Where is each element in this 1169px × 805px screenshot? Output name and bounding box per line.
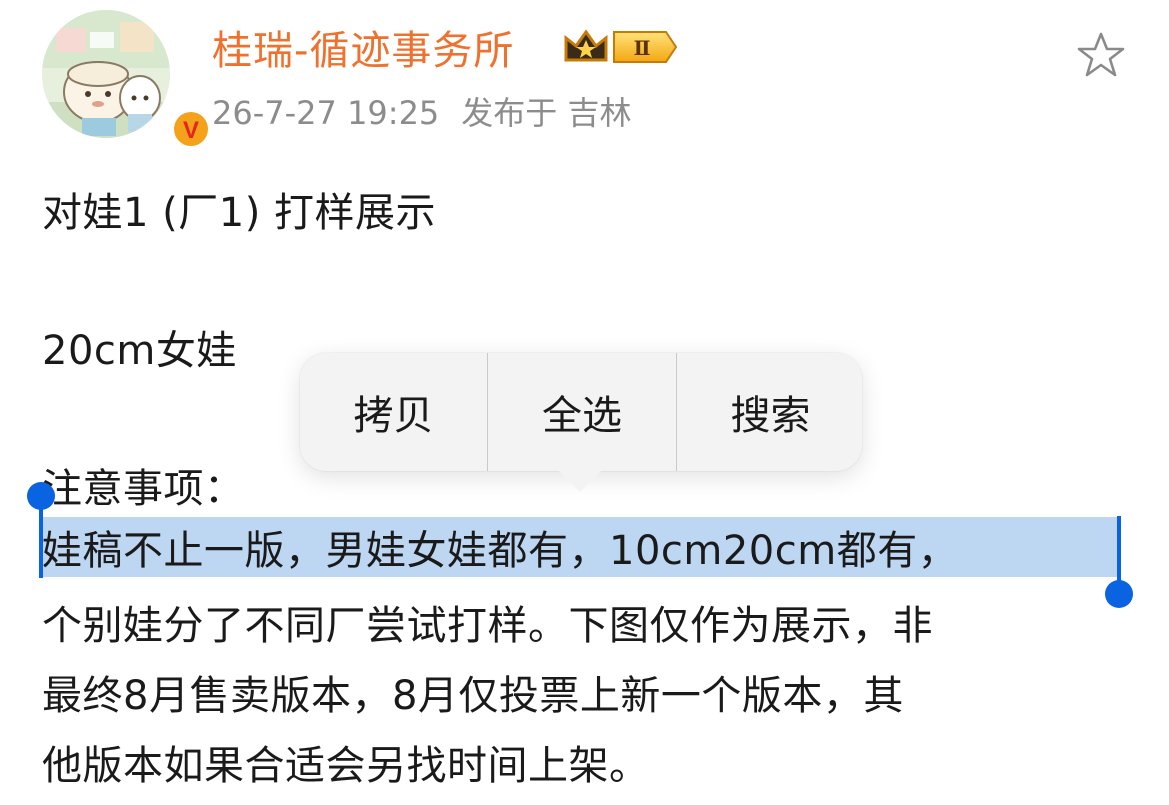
select-all-menu-item[interactable]: 全选: [487, 353, 676, 471]
post-time: 26-7-27 19:25: [212, 94, 440, 132]
vip-level: Ⅱ: [634, 36, 651, 60]
post-text-line[interactable]: 最终8月售卖版本，8月仅投票上新一个版本，其: [42, 663, 904, 721]
post-text-line[interactable]: 注意事项：: [42, 456, 245, 514]
post-meta: 26-7-27 19:25 发布于 吉林: [212, 88, 631, 134]
verified-badge-icon: V: [170, 108, 212, 150]
context-menu-arrow: [558, 470, 602, 492]
author-name[interactable]: 桂瑞-循迹事务所: [212, 18, 514, 76]
post-location: 发布于 吉林: [461, 94, 632, 132]
post-page: V 桂瑞-循迹事务所 Ⅱ 26-7-27 19:25 发布于 吉林 对娃1 (厂…: [0, 0, 1169, 805]
text-context-menu: 拷贝 全选 搜索: [300, 353, 862, 471]
post-text-line-selected[interactable]: 娃稿不止一版，男娃女娃都有，10cm20cm都有，: [42, 518, 958, 576]
author-avatar[interactable]: V: [42, 10, 211, 149]
search-menu-item[interactable]: 搜索: [676, 353, 864, 471]
copy-menu-item[interactable]: 拷贝: [300, 353, 487, 471]
post-text-line[interactable]: 对娃1 (厂1) 打样展示: [42, 180, 436, 238]
verified-mark: V: [183, 117, 199, 144]
post-text-line[interactable]: 个别娃分了不同厂尝试打样。下图仅作为展示，非: [42, 593, 933, 651]
crown-vip-badge-icon[interactable]: Ⅱ: [562, 26, 680, 68]
post-text-line[interactable]: 20cm女娃: [42, 318, 237, 376]
post-text-line[interactable]: 他版本如果合适会另找时间上架。: [42, 733, 650, 791]
star-outline-icon[interactable]: [1076, 30, 1126, 80]
